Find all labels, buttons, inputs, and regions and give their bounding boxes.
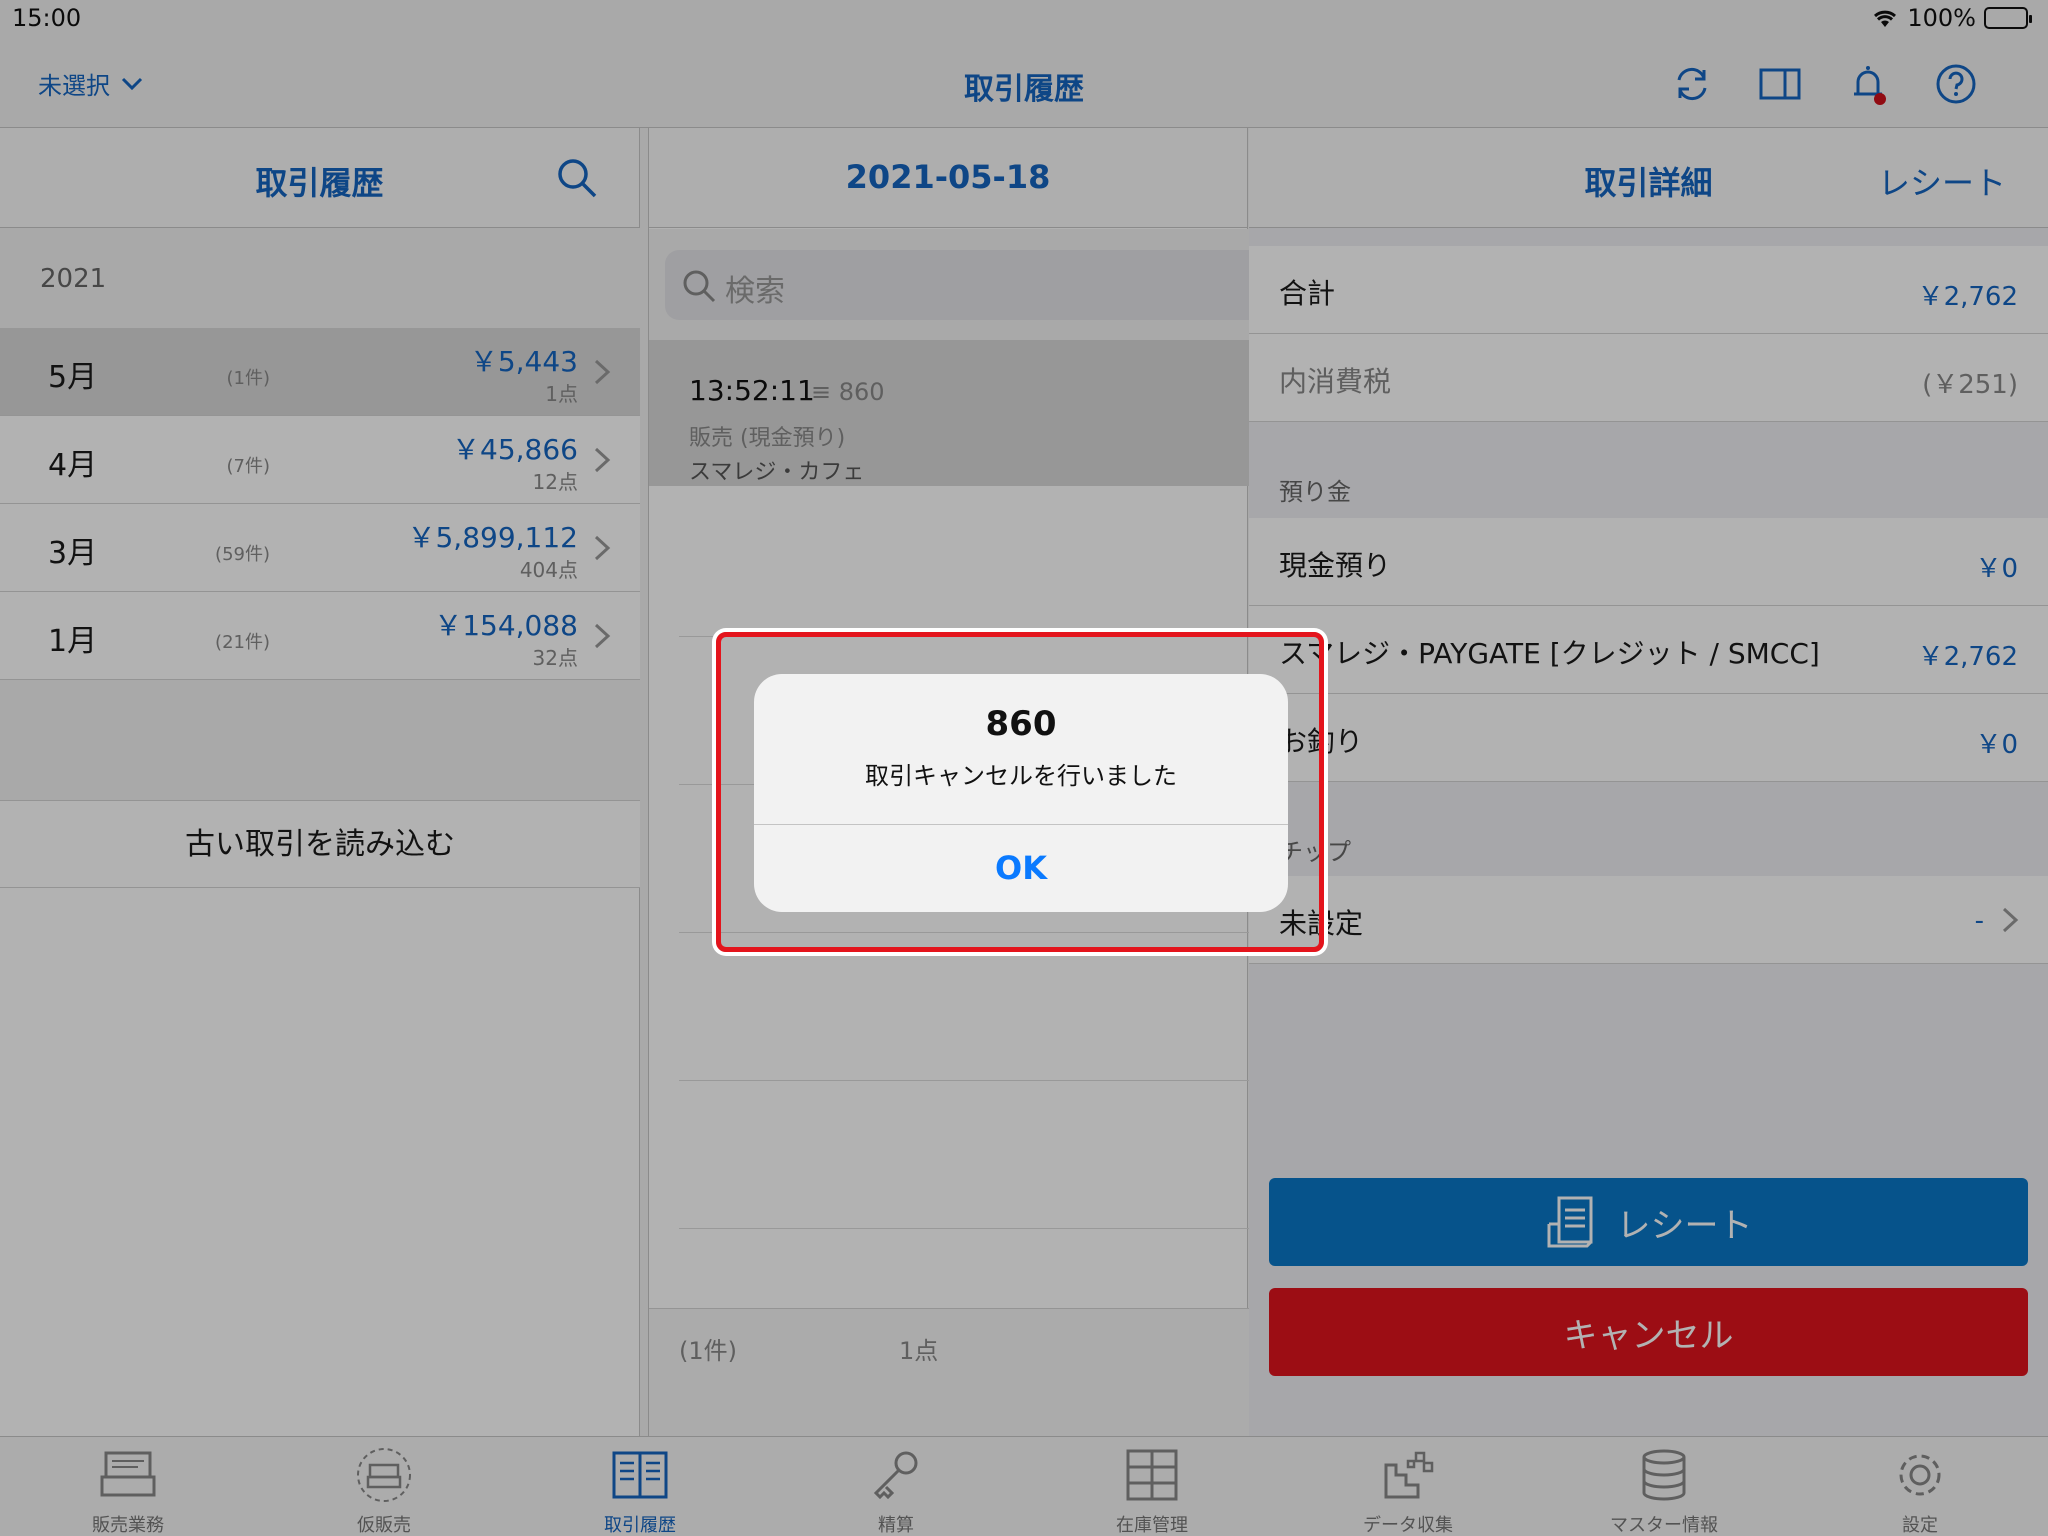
alert-message: 取引キャンセルを行いました: [865, 762, 1177, 790]
alert-ok-button[interactable]: OK: [754, 825, 1288, 912]
alert-dialog: 860 取引キャンセルを行いました OK: [754, 674, 1288, 912]
alert-title: 860: [985, 704, 1057, 744]
